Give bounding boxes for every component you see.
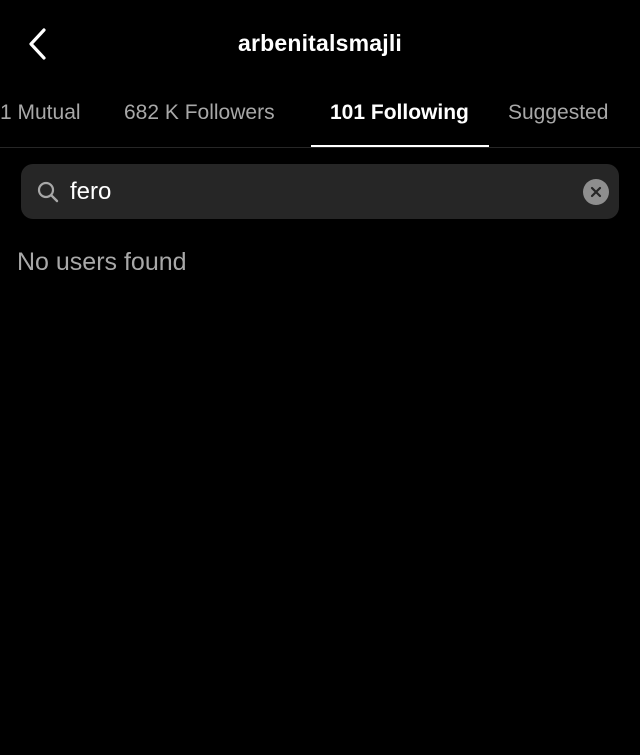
clear-search-button[interactable] [583,179,609,205]
tab-followers[interactable]: 682 K Followers [124,90,275,147]
search-input[interactable] [70,174,570,210]
tab-mutual[interactable]: 1 Mutual [0,90,81,147]
search-bar [21,164,619,219]
tab-suggested[interactable]: Suggested [508,90,608,147]
empty-state-message: No users found [17,248,187,276]
tab-bar: 1 Mutual 682 K Followers 101 Following S… [0,90,640,148]
tab-following[interactable]: 101 Following [330,90,469,147]
screen: arbenitalsmajli 1 Mutual 682 K Followers… [0,0,640,755]
page-title: arbenitalsmajli [237,30,403,56]
clear-icon [590,186,602,198]
search-icon [37,181,59,203]
header: arbenitalsmajli [0,0,640,90]
active-tab-indicator [311,145,489,147]
